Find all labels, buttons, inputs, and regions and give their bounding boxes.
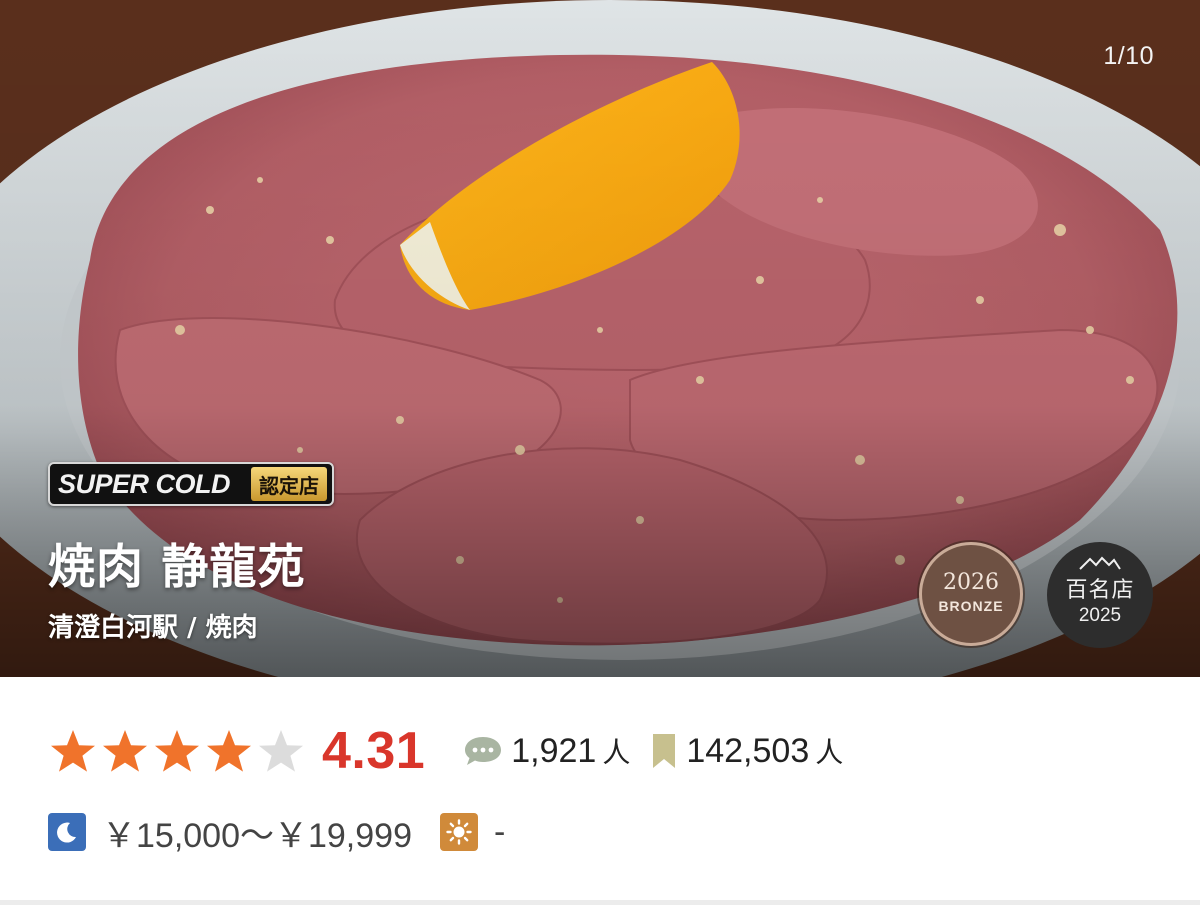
dinner-price: ￥15,000～￥19,999 [102,816,412,855]
star-icon [259,730,303,772]
hero-photo-area[interactable]: 1/10 SUPER COLD 認定店 焼肉 静龍苑 清澄白河駅 / 焼肉 20… [0,0,1200,677]
save-count-unit: 人 [815,736,844,769]
star-rating [48,728,308,774]
review-count-value: 1,921 [511,731,597,770]
super-cold-label: SUPER COLD [58,468,231,499]
star-icon [207,730,251,772]
comment-icon [465,737,502,765]
hyakumeiten-year: 2025 [1078,605,1122,626]
hyakumeiten-badge[interactable]: 百名店 2025 [1047,542,1153,648]
sun-icon [439,813,478,851]
review-count[interactable]: 1,921 人 [463,731,630,771]
star-icon [51,730,95,772]
hyakumeiten-label: 百名店 [1065,578,1135,603]
rating-row: 4.31 1,921 人 142,503 人 [48,721,843,781]
award-rank: BRONZE [938,598,1004,614]
mountain-icon [1079,556,1121,570]
bookmark-icon [653,734,676,768]
save-count-value: 142,503 [686,731,810,770]
star-icon [103,730,147,772]
divider [0,900,1200,905]
lunch-price: - [493,812,506,851]
moon-icon [48,813,86,851]
photo-counter: 1/10 [1103,42,1154,70]
super-cold-badge: SUPER COLD 認定店 [48,462,334,506]
star-icon [155,730,199,772]
shop-summary: 4.31 1,921 人 142,503 人 ￥15,000～￥19,999 - [0,677,1200,905]
award-bronze-badge[interactable]: 2026 BRONZE [919,542,1023,646]
review-count-unit: 人 [602,736,631,769]
price-row: ￥15,000～￥19,999 - [48,812,506,855]
save-count[interactable]: 142,503 人 [650,731,843,771]
shop-name: 焼肉 静龍苑 [48,540,306,595]
super-cold-cert-label: 認定店 [251,467,327,501]
award-year: 2026 [943,570,999,595]
station-genre: 清澄白河駅 / 焼肉 [48,613,258,643]
rating-score: 4.31 [322,722,426,780]
